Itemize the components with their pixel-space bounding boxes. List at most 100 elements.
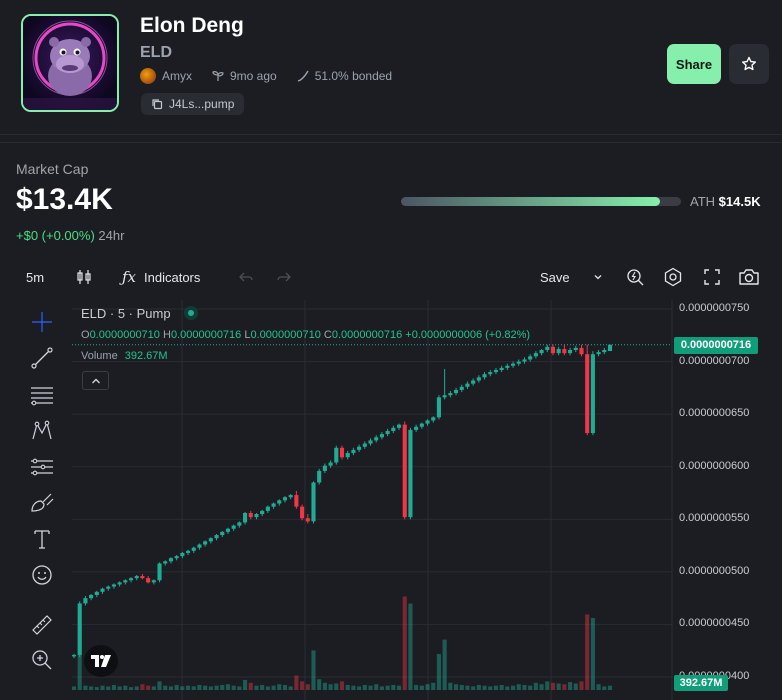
candle bbox=[436, 397, 441, 418]
contract-address-pill[interactable]: J4Ls...pump bbox=[141, 93, 245, 115]
volume-bar bbox=[248, 682, 253, 690]
price-axis-label: 0.0000000500 bbox=[679, 564, 750, 577]
volume-bar bbox=[368, 685, 373, 690]
candle bbox=[71, 654, 77, 657]
candle bbox=[180, 552, 185, 557]
volume-bar bbox=[151, 686, 156, 690]
price-axis-label: 0.0000000450 bbox=[679, 617, 750, 630]
volume-bar bbox=[123, 685, 128, 690]
creator-avatar[interactable] bbox=[140, 68, 156, 84]
candle bbox=[425, 420, 430, 424]
candle bbox=[117, 582, 122, 585]
volume-bar bbox=[328, 684, 333, 690]
candlestick-icon bbox=[77, 270, 91, 284]
screenshot-button[interactable] bbox=[737, 262, 761, 292]
volume-bar bbox=[322, 682, 327, 690]
hippo-mascot-image bbox=[23, 16, 117, 110]
bonding-curve-icon bbox=[297, 70, 309, 82]
ohlc-readout: O0.0000000710 H0.0000000716 L0.000000071… bbox=[81, 329, 530, 341]
volume-bar bbox=[436, 654, 441, 690]
candle bbox=[271, 503, 276, 507]
volume-bar bbox=[482, 685, 487, 690]
candle bbox=[511, 363, 516, 366]
candle bbox=[391, 427, 396, 431]
creator-name[interactable]: Amyx bbox=[162, 69, 192, 83]
save-dropdown-button[interactable] bbox=[590, 262, 606, 292]
token-avatar[interactable] bbox=[21, 14, 119, 112]
candle bbox=[277, 500, 282, 504]
candle bbox=[402, 424, 407, 518]
quick-search-button[interactable] bbox=[624, 262, 646, 292]
settings-button[interactable] bbox=[662, 262, 684, 292]
lightning-search-icon bbox=[627, 269, 644, 286]
volume-bar bbox=[203, 685, 208, 690]
candle bbox=[374, 437, 379, 441]
volume-bar bbox=[533, 682, 538, 690]
candle bbox=[453, 389, 459, 394]
volume-bar bbox=[174, 684, 179, 690]
volume-bar bbox=[431, 682, 436, 690]
volume-bar bbox=[83, 685, 88, 690]
interval-button[interactable]: 5m bbox=[26, 262, 44, 292]
volume-bar bbox=[602, 686, 607, 690]
volume-label: Volume bbox=[81, 350, 118, 362]
candle bbox=[100, 588, 105, 592]
price-axis-label: 0.0000000700 bbox=[679, 354, 750, 367]
volume-bar bbox=[214, 685, 219, 690]
favorite-button[interactable] bbox=[729, 44, 769, 84]
close-label: C bbox=[323, 329, 332, 341]
candle bbox=[476, 377, 481, 381]
open-label: O bbox=[81, 329, 90, 341]
candle bbox=[448, 393, 453, 396]
token-name: Elon Deng bbox=[140, 14, 244, 37]
volume-bar bbox=[140, 684, 145, 690]
volume-bar bbox=[550, 682, 556, 690]
volume-bar bbox=[146, 685, 151, 690]
candle bbox=[465, 383, 470, 387]
tradingview-logo[interactable] bbox=[84, 645, 118, 677]
volume-bar bbox=[545, 681, 550, 690]
volume-bar bbox=[345, 684, 350, 690]
indicators-button[interactable]: ƒx Indicators bbox=[122, 262, 200, 292]
volume-bar bbox=[562, 684, 567, 690]
candle bbox=[77, 603, 82, 655]
undo-button[interactable] bbox=[236, 262, 256, 292]
volume-bar bbox=[402, 596, 407, 690]
close-value: 0.0000000716 bbox=[331, 329, 403, 341]
indicators-label: Indicators bbox=[144, 269, 201, 285]
volume-bar bbox=[590, 618, 595, 690]
chart-type-button[interactable] bbox=[74, 262, 94, 292]
token-header: Elon Deng ELD Amyx 9mo ago 51.0% bonded … bbox=[0, 0, 782, 135]
redo-button[interactable] bbox=[274, 262, 294, 292]
share-button[interactable]: Share bbox=[667, 44, 721, 84]
candle bbox=[573, 347, 578, 351]
candle bbox=[288, 495, 293, 498]
low-value: 0.0000000710 bbox=[250, 329, 321, 341]
volume-bar bbox=[596, 684, 601, 690]
candle bbox=[248, 512, 253, 518]
market-cap-change: +$0 (+0.00%) 24hr bbox=[16, 228, 124, 243]
volume-bar bbox=[106, 686, 111, 690]
candle bbox=[499, 367, 504, 370]
volume-bar bbox=[225, 684, 231, 690]
collapse-legend-button[interactable] bbox=[82, 371, 109, 390]
candles bbox=[71, 344, 613, 659]
candle bbox=[322, 465, 327, 471]
candle bbox=[111, 584, 116, 587]
volume-bar bbox=[282, 684, 288, 690]
volume-bar bbox=[453, 684, 459, 690]
volume-bar bbox=[585, 614, 590, 690]
candle bbox=[419, 423, 424, 427]
candle bbox=[414, 426, 419, 430]
candle bbox=[231, 525, 236, 529]
candle bbox=[134, 576, 139, 579]
volume-bar bbox=[237, 686, 242, 690]
volume-bar bbox=[374, 684, 379, 690]
candle bbox=[237, 522, 242, 526]
save-button[interactable]: Save bbox=[540, 262, 570, 292]
fullscreen-button[interactable] bbox=[701, 262, 723, 292]
chart-symbol: ELD · 5 · Pump bbox=[81, 306, 171, 321]
volume-bar bbox=[117, 686, 122, 690]
candle bbox=[197, 544, 202, 548]
volume-bar bbox=[465, 685, 470, 690]
